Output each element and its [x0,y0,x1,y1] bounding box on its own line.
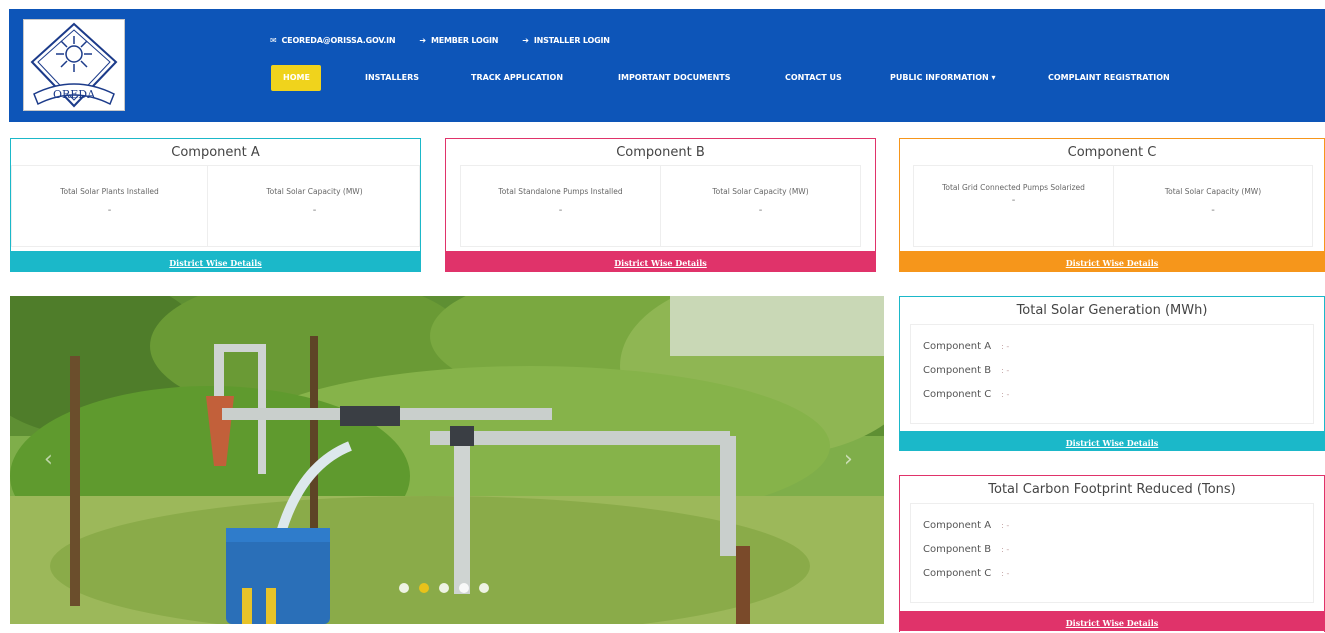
component-a-card: Component A Total Solar Plants Installed… [10,138,421,272]
site-header: OREDA ✉ CEOREDA@ORISSA.GOV.IN ➔ MEMBER L… [0,0,1325,125]
stat-value: - [1011,195,1016,206]
row-label: Component B [923,365,992,376]
carbon-details-bar: District Wise Details [900,611,1324,631]
image-carousel[interactable]: ‹ › [10,296,884,624]
component-a-capacity: Total Solar Capacity (MW) - [208,166,421,246]
generation-row-c: Component C : - [923,389,1009,400]
email-label: CEOREDA@ORISSA.GOV.IN [281,35,396,45]
stat-value: - [312,205,317,216]
component-c-details-bar: District Wise Details [900,251,1324,271]
solar-generation-title: Total Solar Generation (MWh) [1016,303,1208,318]
carousel-dot[interactable] [479,583,489,593]
carousel-slide-image: ‹ › [10,296,884,624]
nav-important-documents[interactable]: IMPORTANT DOCUMENTS [618,65,731,91]
row-value: : - [1001,366,1010,375]
stat-value: - [558,205,563,216]
svg-text:‹: ‹ [44,447,53,472]
component-b-title: Component B [616,145,705,160]
carousel-dot[interactable] [439,583,449,593]
carbon-row-a: Component A : - [923,520,1009,531]
stat-label: Total Grid Connected Pumps Solarized [942,183,1085,192]
email-link[interactable]: ✉ CEOREDA@ORISSA.GOV.IN [270,35,396,45]
carbon-details-link[interactable]: District Wise Details [1066,618,1159,628]
component-a-details-bar: District Wise Details [11,251,420,271]
component-c-card: Component C Total Grid Connected Pumps S… [899,138,1325,272]
nav-contact-us[interactable]: CONTACT US [785,65,842,91]
component-b-capacity: Total Solar Capacity (MW) - [661,166,860,246]
carousel-dot-active[interactable] [419,583,429,593]
stat-value: - [758,205,763,216]
component-c-capacity: Total Solar Capacity (MW) - [1114,166,1312,246]
component-a-details-link[interactable]: District Wise Details [169,258,262,268]
row-label: Component A [923,520,992,531]
carbon-row-b: Component B : - [923,544,1009,555]
stat-label: Total Solar Plants Installed [60,187,159,196]
top-links: ✉ CEOREDA@ORISSA.GOV.IN ➔ MEMBER LOGIN ➔… [270,33,610,47]
row-label: Component A [923,341,992,352]
component-c-details-link[interactable]: District Wise Details [1066,258,1159,268]
row-value: : - [1001,521,1010,530]
svg-text:›: › [844,447,853,472]
nav-home[interactable]: HOME [271,65,321,91]
row-label: Component C [923,389,992,400]
installer-login-link[interactable]: ➔ INSTALLER LOGIN [522,35,610,45]
component-a-plants: Total Solar Plants Installed - [12,166,208,246]
generation-row-a: Component A : - [923,341,1009,352]
row-label: Component B [923,544,992,555]
carbon-row-c: Component C : - [923,568,1009,579]
nav-complaint-registration[interactable]: COMPLAINT REGISTRATION [1048,65,1170,91]
row-value: : - [1001,545,1010,554]
component-a-stats: Total Solar Plants Installed - Total Sol… [11,165,420,247]
component-b-details-link[interactable]: District Wise Details [614,258,707,268]
carousel-indicators [399,583,489,593]
component-b-pumps: Total Standalone Pumps Installed - [461,166,661,246]
stat-label: Total Solar Capacity (MW) [712,187,809,196]
row-value: : - [1001,569,1010,578]
component-b-details-bar: District Wise Details [446,251,875,271]
carbon-footprint-card: Total Carbon Footprint Reduced (Tons) Co… [899,475,1325,632]
carbon-footprint-box: Component A : - Component B : - Component … [910,503,1314,603]
component-b-stats: Total Standalone Pumps Installed - Total… [460,165,861,247]
component-a-title: Component A [171,145,260,160]
row-value: : - [1001,342,1010,351]
member-login-link[interactable]: ➔ MEMBER LOGIN [419,36,498,45]
member-login-label: MEMBER LOGIN [430,35,499,45]
component-c-stats: Total Grid Connected Pumps Solarized - T… [913,165,1313,247]
carousel-dot[interactable] [399,583,409,593]
component-c-pumps: Total Grid Connected Pumps Solarized - [914,166,1114,246]
stat-label: Total Solar Capacity (MW) [266,187,363,196]
row-value: : - [1001,390,1010,399]
envelope-icon: ✉ [270,35,277,45]
solar-generation-box: Component A : - Component B : - Component … [910,324,1314,424]
generation-details-link[interactable]: District Wise Details [1066,438,1159,448]
stat-label: Total Solar Capacity (MW) [1164,187,1262,196]
carousel-dot[interactable] [459,583,469,593]
login-icon: ➔ [522,35,529,45]
component-c-title: Component C [1067,145,1157,160]
solar-generation-card: Total Solar Generation (MWh) Component A… [899,296,1325,451]
login-icon: ➔ [419,35,426,45]
stat-value: - [1211,205,1215,216]
stat-value: - [107,205,112,216]
installer-login-label: INSTALLER LOGIN [533,35,610,45]
generation-row-b: Component B : - [923,365,1009,376]
nav-installers[interactable]: INSTALLERS [365,65,419,91]
carbon-footprint-title: Total Carbon Footprint Reduced (Tons) [988,482,1236,497]
component-b-card: Component B Total Standalone Pumps Insta… [445,138,876,272]
oreda-logo[interactable]: OREDA [23,19,125,111]
row-label: Component C [923,568,992,579]
generation-details-bar: District Wise Details [900,431,1324,451]
nav-track-application[interactable]: TRACK APPLICATION [471,65,563,91]
logo-text: OREDA [53,88,96,101]
stat-label: Total Standalone Pumps Installed [498,187,623,196]
nav-public-information[interactable]: PUBLIC INFORMATION ▾ [890,65,996,91]
